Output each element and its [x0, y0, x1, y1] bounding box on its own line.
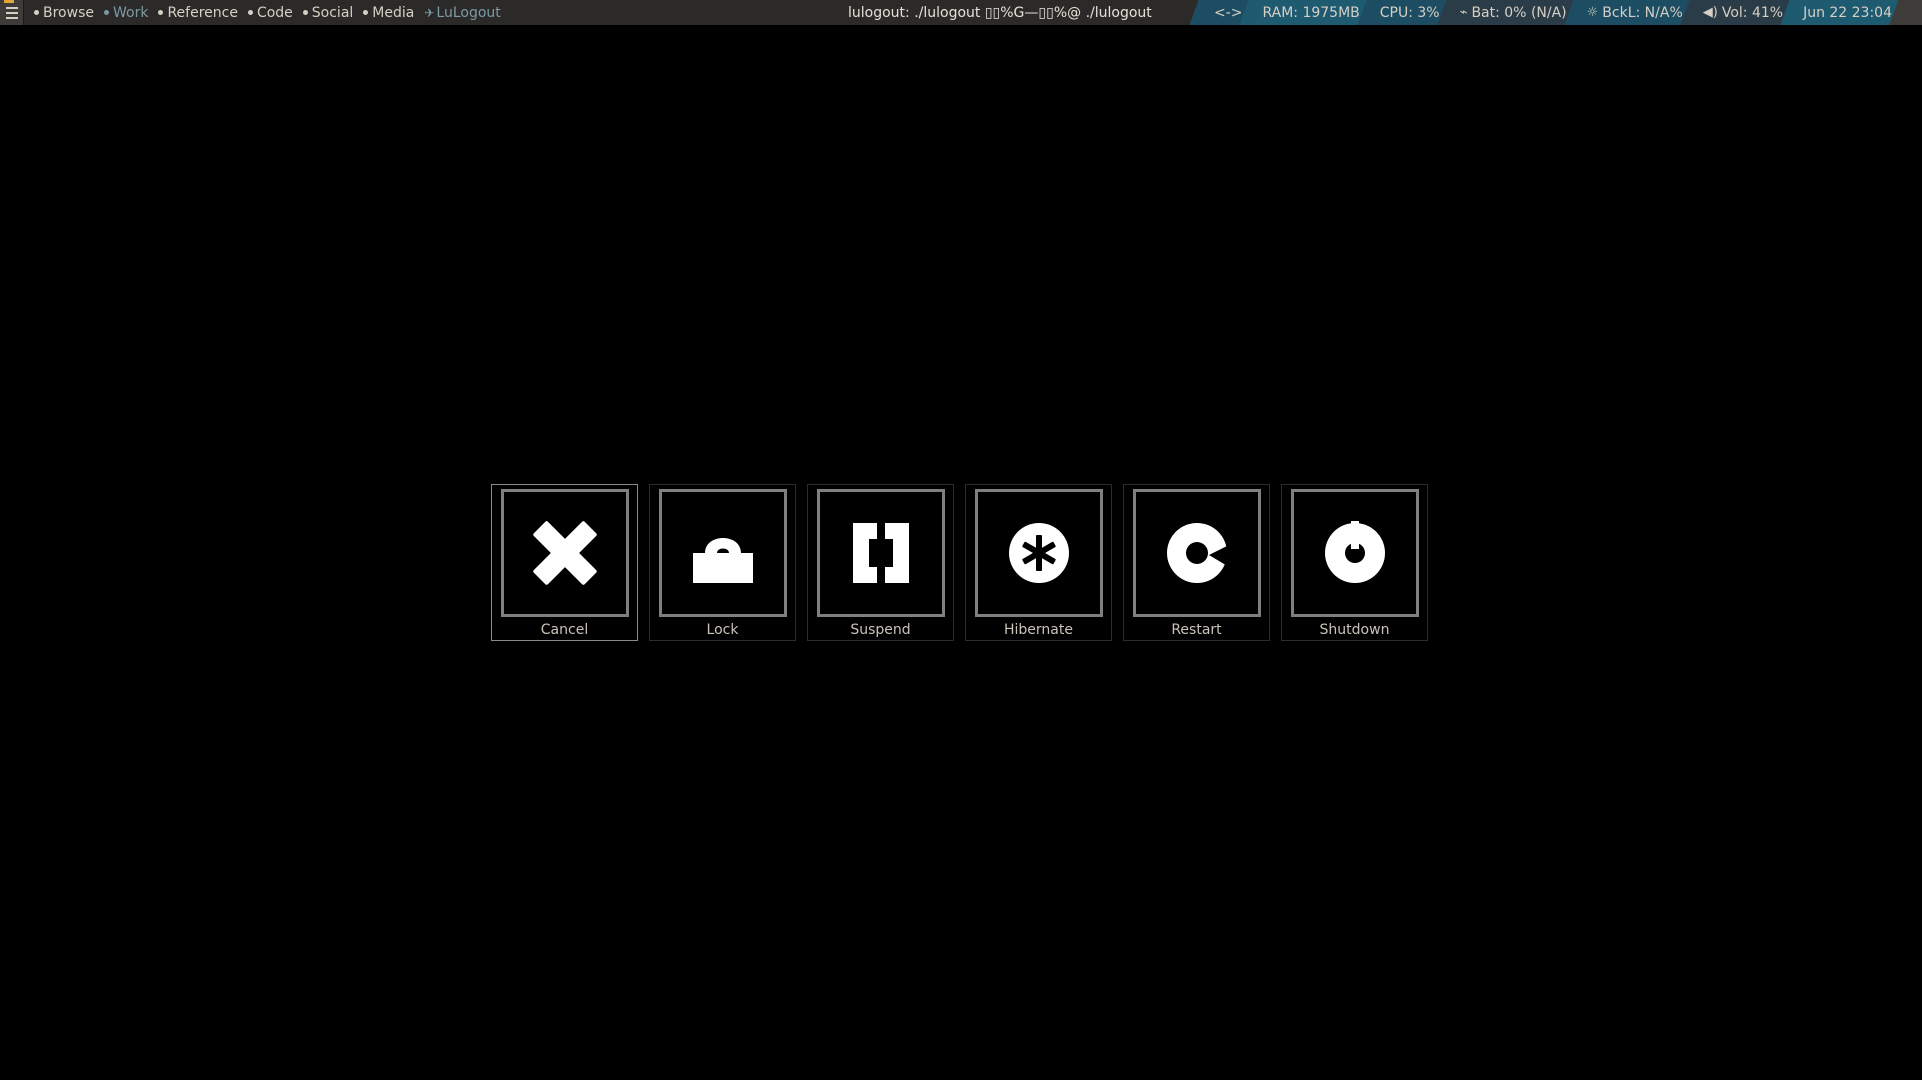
- option-label: Suspend: [850, 622, 911, 638]
- plane-icon: ✈: [424, 5, 435, 20]
- tag-social[interactable]: Social: [299, 5, 360, 21]
- tag-dot-icon: [34, 10, 39, 15]
- network-icon: <->: [1213, 4, 1243, 21]
- lock-icon: [693, 538, 753, 583]
- option-label: Lock: [706, 622, 739, 638]
- tag-browse[interactable]: Browse: [30, 5, 100, 21]
- tag-label: Reference: [167, 4, 238, 21]
- tag-label: Browse: [43, 4, 94, 21]
- tag-label: Media: [372, 4, 415, 21]
- option-frame: [817, 489, 945, 617]
- cpu-value: CPU: 3%: [1379, 4, 1440, 21]
- volume-widget[interactable]: ◀) Vol: 41%: [1690, 0, 1792, 25]
- tag-dot-icon: [302, 10, 308, 15]
- battery-value: Bat: 0% (N/A): [1471, 4, 1567, 21]
- tag-label: LuLogout: [436, 4, 501, 21]
- ram-widget: RAM: 1975MB: [1250, 0, 1368, 25]
- option-label: Shutdown: [1319, 622, 1390, 638]
- lock-button[interactable]: Lock: [649, 484, 796, 641]
- backlight-value: BckL: N/A%: [1602, 4, 1683, 21]
- tag-dot-icon: [103, 10, 109, 15]
- hibernate-button[interactable]: Hibernate: [965, 484, 1112, 641]
- tag-code[interactable]: Code: [244, 5, 299, 21]
- battery-icon: ⌁: [1459, 5, 1468, 20]
- volume-value: Vol: 41%: [1721, 4, 1784, 21]
- logout-options: Cancel Lock Suspend Hibernate Restart Sh…: [491, 484, 1428, 641]
- tag-label: Social: [311, 4, 354, 21]
- tag-reference[interactable]: Reference: [154, 5, 244, 21]
- tag-lulogout[interactable]: ✈ LuLogout: [420, 5, 506, 21]
- menu-indicator: [4, 0, 14, 3]
- tag-dot-icon: [247, 10, 253, 15]
- close-icon: [533, 521, 597, 585]
- tag-dot-icon: [158, 10, 164, 15]
- suspend-icon: [853, 523, 909, 583]
- cpu-widget: CPU: 3%: [1367, 0, 1448, 25]
- speaker-icon: ◀): [1702, 5, 1718, 20]
- suspend-button[interactable]: Suspend: [807, 484, 954, 641]
- window-title: lulogout: ./lulogout ▯▯%G—▯▯%@ ./lulogou…: [848, 4, 1152, 21]
- option-label: Hibernate: [1004, 622, 1073, 638]
- tag-label: Work: [112, 4, 149, 21]
- brightness-icon: ☼: [1586, 5, 1599, 20]
- hamburger-icon: [5, 4, 18, 22]
- restart-icon: [1167, 523, 1229, 583]
- option-frame: [659, 489, 787, 617]
- hibernate-icon: [1009, 523, 1069, 583]
- restart-button[interactable]: Restart: [1123, 484, 1270, 641]
- backlight-widget[interactable]: ☼ BckL: N/A%: [1574, 0, 1691, 25]
- battery-widget: ⌁ Bat: 0% (N/A): [1447, 0, 1575, 25]
- clock-widget[interactable]: Jun 22 23:04: [1791, 0, 1900, 25]
- menu-button[interactable]: [0, 0, 24, 25]
- option-label: Cancel: [540, 622, 589, 638]
- tag-list: Browse Work Reference Code Social Media …: [24, 0, 507, 25]
- top-panel: Browse Work Reference Code Social Media …: [0, 0, 1922, 25]
- shutdown-button[interactable]: Shutdown: [1281, 484, 1428, 641]
- clock-value: Jun 22 23:04: [1803, 4, 1892, 21]
- option-label: Restart: [1171, 622, 1222, 638]
- layout-indicator[interactable]: [1900, 0, 1922, 25]
- cancel-button[interactable]: Cancel: [491, 484, 638, 641]
- status-bar: <-> RAM: 1975MB CPU: 3% ⌁ Bat: 0% (N/A) …: [1199, 0, 1922, 25]
- tag-label: Code: [256, 4, 293, 21]
- tag-dot-icon: [363, 10, 369, 15]
- option-frame: [1133, 489, 1261, 617]
- option-frame: [1291, 489, 1419, 617]
- tag-work[interactable]: Work: [100, 5, 154, 21]
- power-icon: [1325, 521, 1385, 583]
- option-frame: [975, 489, 1103, 617]
- tag-media[interactable]: Media: [359, 5, 420, 21]
- option-frame: [501, 489, 629, 617]
- ram-value: RAM: 1975MB: [1262, 4, 1360, 21]
